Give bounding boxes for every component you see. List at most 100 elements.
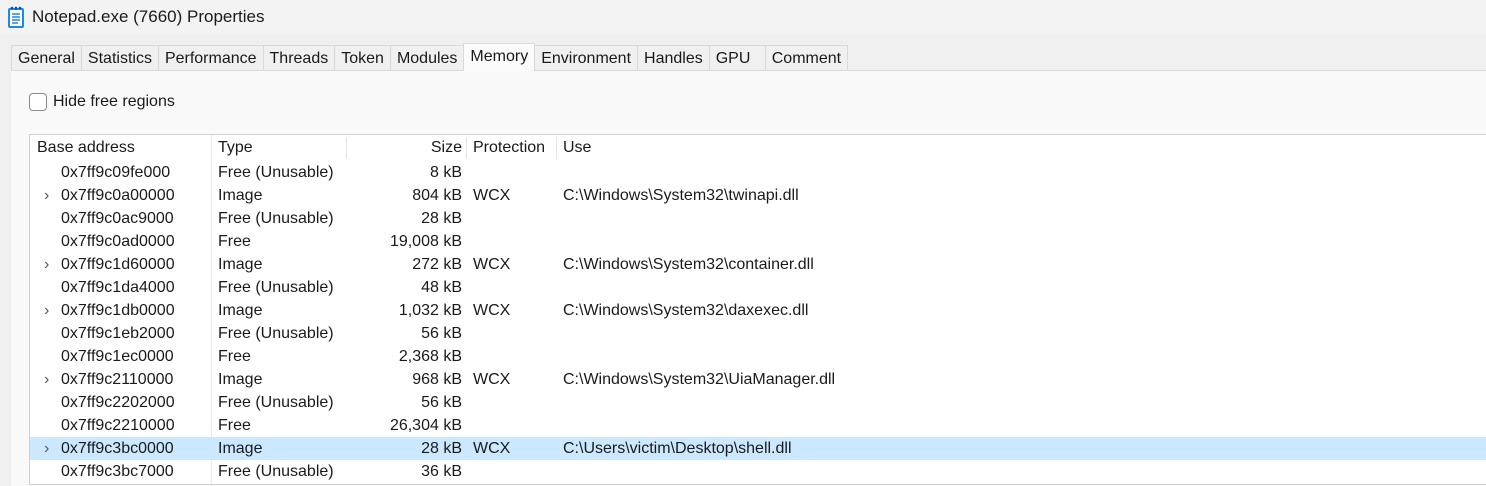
cell-protection: WCX bbox=[473, 440, 511, 457]
tab-handles[interactable]: Handles bbox=[637, 45, 710, 71]
expand-placeholder bbox=[44, 460, 56, 483]
table-row[interactable]: 0x7ff9c09fe000 Free (Unusable) 8 kB bbox=[30, 161, 1486, 184]
expand-placeholder bbox=[44, 230, 56, 253]
cell-type: Image bbox=[218, 187, 263, 204]
cell-type: Free bbox=[218, 233, 251, 250]
tab-token[interactable]: Token bbox=[334, 45, 391, 71]
tab-modules[interactable]: Modules bbox=[389, 45, 465, 71]
table-row[interactable]: 0x7ff9c1eb2000 Free (Unusable) 56 kB bbox=[30, 322, 1486, 345]
tab-performance[interactable]: Performance bbox=[157, 45, 264, 71]
expand-placeholder bbox=[44, 414, 56, 437]
tab-threads[interactable]: Threads bbox=[262, 45, 336, 71]
cell-type: Free (Unusable) bbox=[218, 463, 334, 480]
cell-type: Free (Unusable) bbox=[218, 394, 334, 411]
cell-base-address: 0x7ff9c1d60000 bbox=[61, 256, 175, 273]
cell-size: 272 kB bbox=[412, 256, 462, 273]
cell-type: Free (Unusable) bbox=[218, 210, 334, 227]
tab-comment[interactable]: Comment bbox=[764, 45, 849, 71]
cell-base-address: 0x7ff9c1ec0000 bbox=[61, 348, 174, 365]
column-separator[interactable] bbox=[346, 137, 347, 159]
cell-size: 28 kB bbox=[421, 440, 462, 457]
cell-base-address: 0x7ff9c09fe000 bbox=[61, 164, 171, 181]
cell-type: Image bbox=[218, 302, 263, 319]
table-row[interactable]: › 0x7ff9c2110000 Image 968 kB WCX C:\Windows\… bbox=[30, 368, 1486, 391]
cell-type: Free bbox=[218, 348, 251, 365]
column-header-base-address[interactable]: Base address bbox=[37, 135, 135, 161]
cell-size: 48 kB bbox=[421, 279, 462, 296]
table-row[interactable]: › 0x7ff9c0a00000 Image 804 kB WCX C:\Windows\… bbox=[30, 184, 1486, 207]
hide-free-regions-checkbox[interactable] bbox=[29, 93, 47, 111]
table-row[interactable]: › 0x7ff9c1db0000 Image 1,032 kB WCX C:\Window… bbox=[30, 299, 1486, 322]
column-header-size[interactable]: Size bbox=[350, 135, 462, 161]
column-separator[interactable] bbox=[556, 137, 557, 159]
table-row[interactable]: 0x7ff9c2210000 Free 26,304 kB bbox=[30, 414, 1486, 437]
tab-gpu[interactable]: GPU bbox=[708, 45, 766, 71]
table-row[interactable]: › 0x7ff9c3bc0000 Image 28 kB WCX C:\Users\vic… bbox=[30, 437, 1486, 460]
table-row[interactable]: 0x7ff9c1da4000 Free (Unusable) 48 kB bbox=[30, 276, 1486, 299]
table-row[interactable]: 0x7ff9c2202000 Free (Unusable) 56 kB bbox=[30, 391, 1486, 414]
table-row[interactable]: 0x7ff9c0ad0000 Free 19,008 kB bbox=[30, 230, 1486, 253]
title-bar: Notepad.exe (7660) Properties bbox=[0, 0, 1486, 34]
cell-size: 28 kB bbox=[421, 210, 462, 227]
tab-strip: General Statistics Performance Threads T… bbox=[11, 43, 849, 71]
cell-protection: WCX bbox=[473, 302, 511, 319]
hide-free-regions-option[interactable]: Hide free regions bbox=[29, 93, 175, 111]
window-title: Notepad.exe (7660) Properties bbox=[32, 7, 265, 26]
cell-use: C:\Users\victim\Desktop\shell.dll bbox=[563, 440, 792, 457]
tab-statistics[interactable]: Statistics bbox=[80, 45, 159, 71]
notepad-icon bbox=[6, 5, 26, 29]
cell-type: Free (Unusable) bbox=[218, 279, 334, 296]
cell-base-address: 0x7ff9c2110000 bbox=[61, 371, 174, 388]
expand-chevron-icon[interactable]: › bbox=[44, 437, 56, 460]
cell-type: Image bbox=[218, 256, 263, 273]
expand-placeholder bbox=[44, 276, 56, 299]
column-header-protection[interactable]: Protection bbox=[473, 135, 545, 161]
cell-base-address: 0x7ff9c1db0000 bbox=[61, 302, 175, 319]
cell-use: C:\Windows\System32\UiaManager.dll bbox=[563, 371, 836, 388]
hide-free-regions-label: Hide free regions bbox=[53, 93, 175, 110]
cell-size: 19,008 kB bbox=[389, 233, 462, 250]
cell-protection: WCX bbox=[473, 256, 511, 273]
expand-placeholder bbox=[44, 322, 56, 345]
expand-chevron-icon[interactable]: › bbox=[44, 299, 56, 322]
cell-use: C:\Windows\System32\twinapi.dll bbox=[563, 187, 799, 204]
table-row[interactable]: 0x7ff9c1ec0000 Free 2,368 kB bbox=[30, 345, 1486, 368]
table-header: Base address Type Size Protection Use bbox=[30, 135, 1486, 161]
expand-placeholder bbox=[44, 345, 56, 368]
cell-type: Free bbox=[218, 417, 251, 434]
cell-base-address: 0x7ff9c0ad0000 bbox=[61, 233, 175, 250]
cell-size: 968 kB bbox=[412, 371, 462, 388]
cell-base-address: 0x7ff9c2210000 bbox=[61, 417, 175, 434]
cell-type: Image bbox=[218, 371, 263, 388]
column-separator[interactable] bbox=[466, 137, 467, 159]
cell-base-address: 0x7ff9c2202000 bbox=[61, 394, 175, 411]
expand-placeholder bbox=[44, 207, 56, 230]
table-row[interactable]: 0x7ff9c3bc7000 Free (Unusable) 36 kB bbox=[30, 460, 1486, 483]
cell-base-address: 0x7ff9c3bc0000 bbox=[61, 440, 174, 457]
cell-type: Image bbox=[218, 440, 263, 457]
column-header-type[interactable]: Type bbox=[218, 135, 253, 161]
cell-base-address: 0x7ff9c1eb2000 bbox=[61, 325, 175, 342]
expand-placeholder bbox=[44, 391, 56, 414]
expand-chevron-icon[interactable]: › bbox=[44, 368, 56, 391]
memory-regions-table[interactable]: Base address Type Size Protection Use 0x… bbox=[29, 134, 1486, 485]
cell-base-address: 0x7ff9c0ac9000 bbox=[61, 210, 174, 227]
cell-use: C:\Windows\System32\daxexec.dll bbox=[563, 302, 809, 319]
expand-chevron-icon[interactable]: › bbox=[44, 253, 56, 276]
cell-base-address: 0x7ff9c3bc7000 bbox=[61, 463, 174, 480]
cell-protection: WCX bbox=[473, 371, 511, 388]
cell-use: C:\Windows\System32\container.dll bbox=[563, 256, 814, 273]
tab-memory[interactable]: Memory bbox=[463, 43, 536, 71]
cell-size: 804 kB bbox=[412, 187, 462, 204]
table-row[interactable]: 0x7ff9c0ac9000 Free (Unusable) 28 kB bbox=[30, 207, 1486, 230]
table-row[interactable]: › 0x7ff9c1d60000 Image 272 kB WCX C:\Windows\… bbox=[30, 253, 1486, 276]
cell-size: 56 kB bbox=[421, 325, 462, 342]
tab-general[interactable]: General bbox=[11, 45, 82, 71]
cell-size: 56 kB bbox=[421, 394, 462, 411]
expand-chevron-icon[interactable]: › bbox=[44, 184, 56, 207]
cell-base-address: 0x7ff9c1da4000 bbox=[61, 279, 175, 296]
cell-size: 36 kB bbox=[421, 463, 462, 480]
tab-environment[interactable]: Environment bbox=[534, 45, 639, 71]
cell-base-address: 0x7ff9c0a00000 bbox=[61, 187, 175, 204]
column-header-use[interactable]: Use bbox=[563, 135, 591, 161]
